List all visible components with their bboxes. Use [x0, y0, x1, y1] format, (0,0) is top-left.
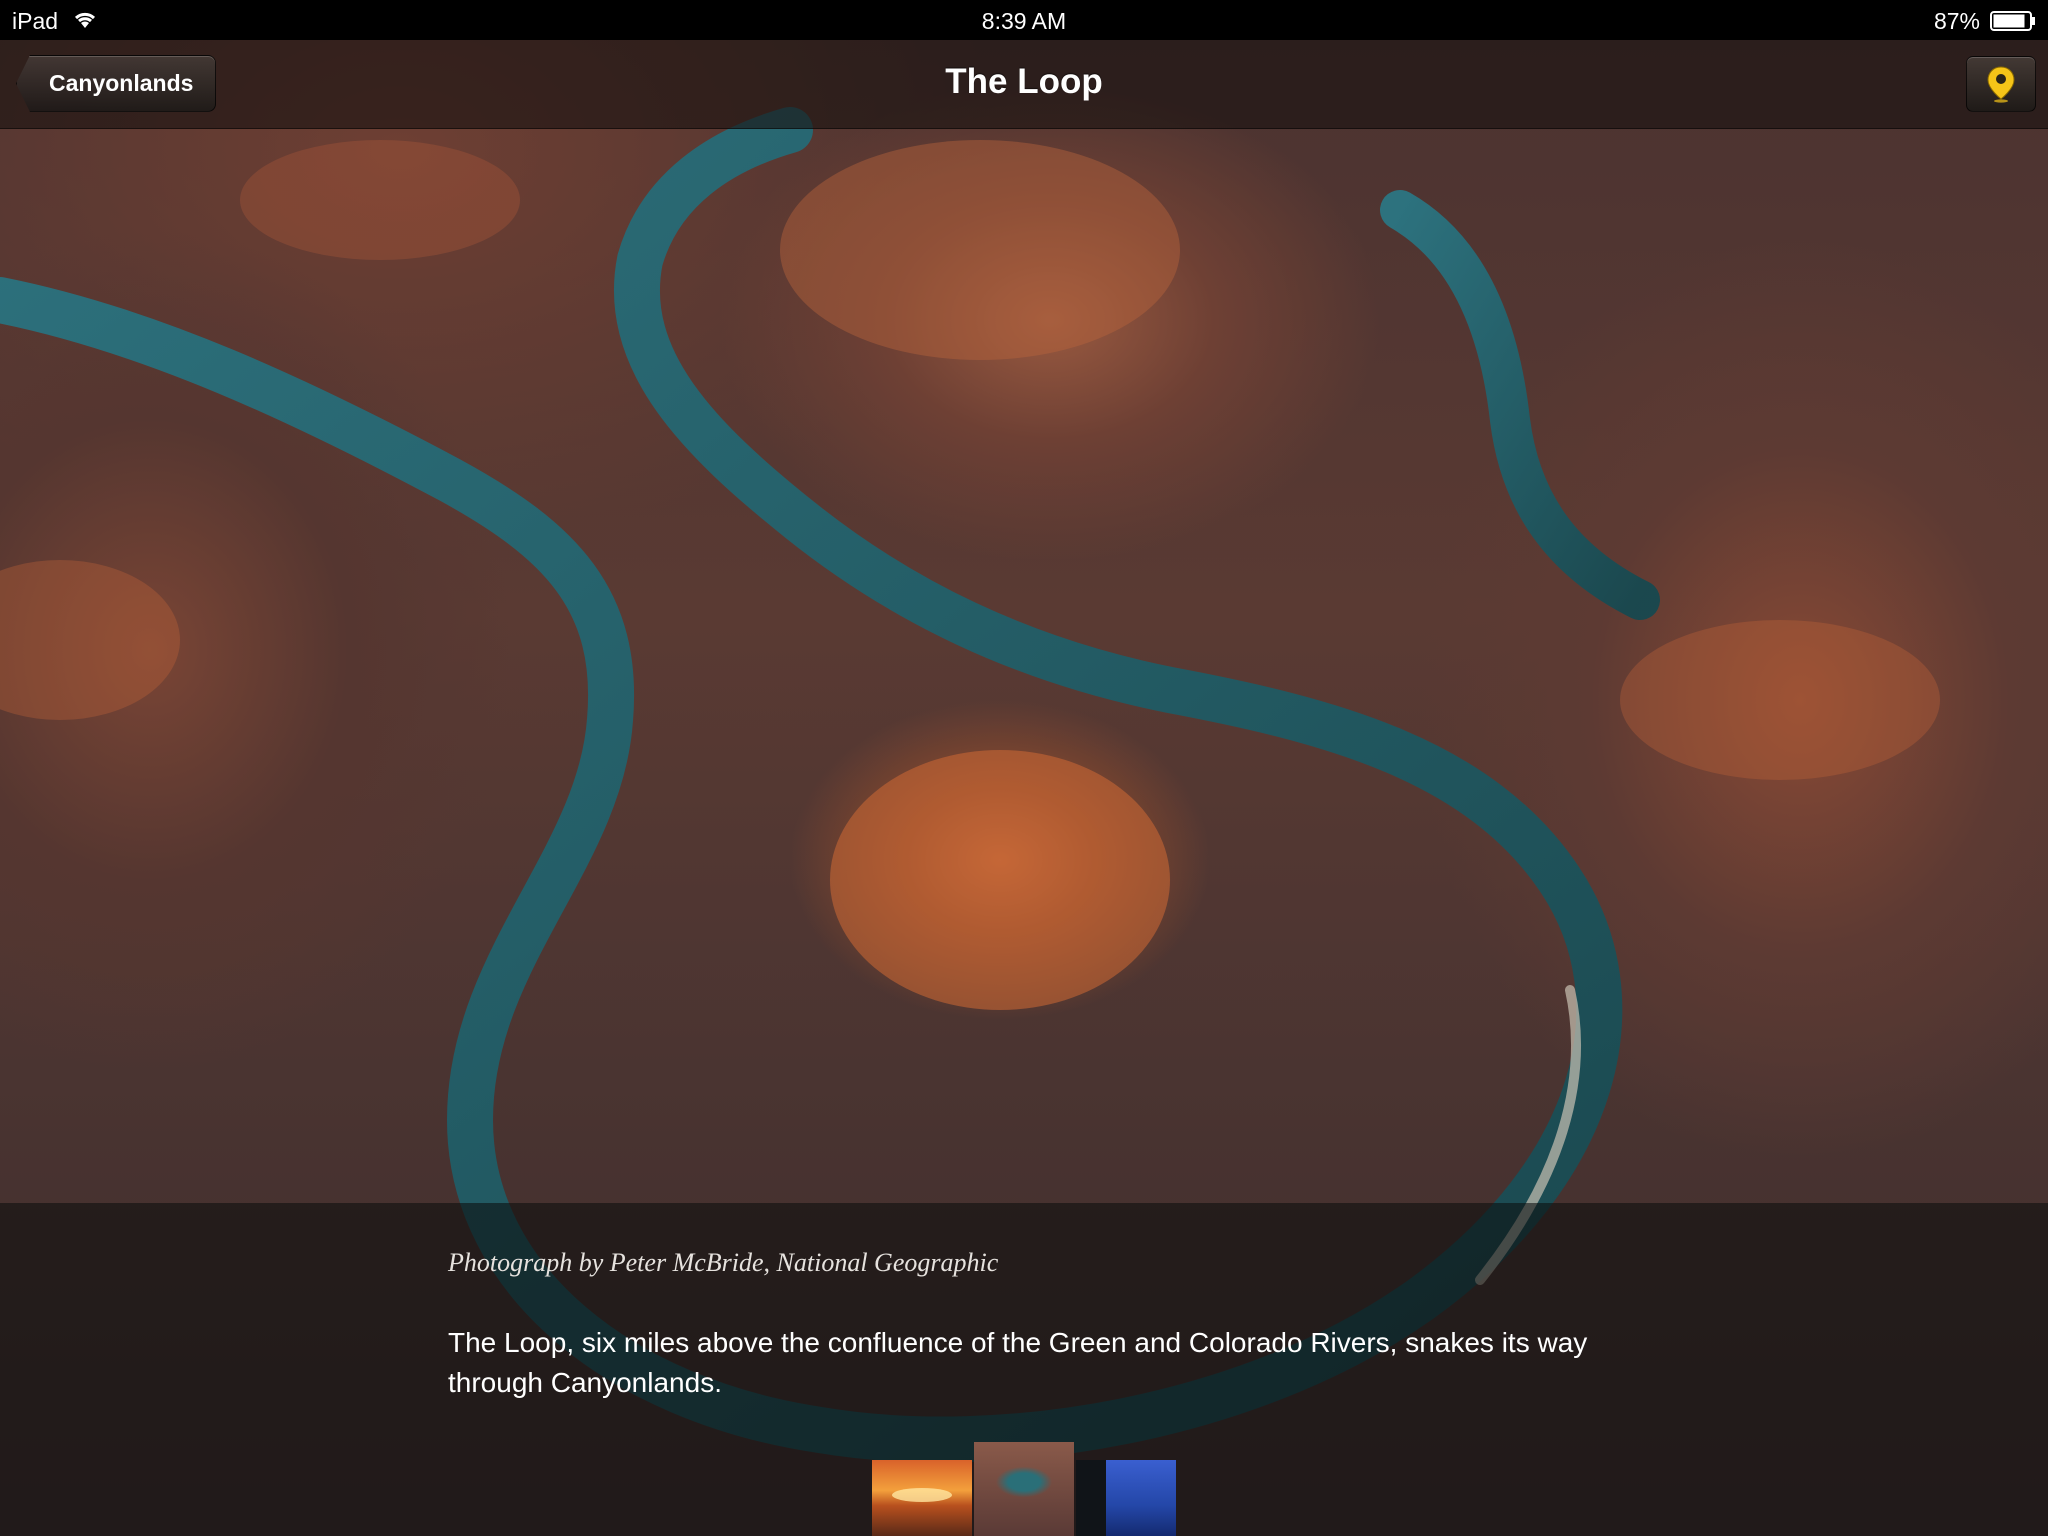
- battery-icon: [1990, 11, 2035, 31]
- navigation-bar: Canyonlands The Loop: [0, 40, 2048, 129]
- thumbnail-strip: [872, 1442, 1176, 1536]
- map-pin-icon: [1987, 66, 2015, 103]
- the-loop-thumbnail[interactable]: [974, 1442, 1074, 1536]
- photo-credit: Photograph by Peter McBride, National Ge…: [448, 1248, 999, 1277]
- night-sky-thumbnail[interactable]: [1076, 1460, 1176, 1536]
- status-bar: iPad 8:39 AM 87%: [0, 0, 2048, 40]
- battery-percentage: 87%: [1933, 8, 1980, 34]
- photo-description: The Loop, six miles above the confluence…: [448, 1327, 1588, 1398]
- canyon-sunrise-thumbnail[interactable]: [872, 1460, 972, 1536]
- status-time: 8:39 AM: [981, 8, 1067, 34]
- map-button[interactable]: [1966, 56, 2036, 112]
- page-title: The Loop: [945, 62, 1103, 101]
